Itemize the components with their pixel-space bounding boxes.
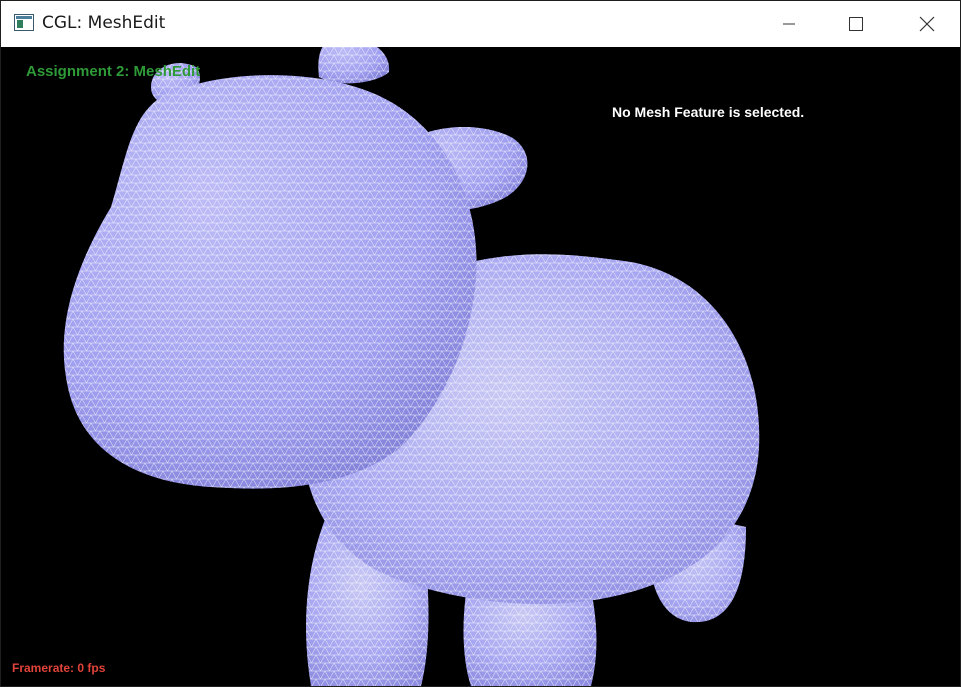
cow-head <box>63 75 477 489</box>
title-bar[interactable]: CGL: MeshEdit <box>1 1 960 47</box>
render-viewport[interactable]: Assignment 2: MeshEdit No Mesh Feature i… <box>1 47 960 686</box>
maximize-button[interactable] <box>833 1 879 47</box>
framerate-label: Framerate: 0 fps <box>12 661 106 675</box>
app-window-icon <box>14 14 34 31</box>
app-window: CGL: MeshEdit Assignment 2: MeshEdit No … <box>0 0 961 687</box>
assignment-label: Assignment 2: MeshEdit <box>26 63 201 80</box>
cow-mesh[interactable] <box>1 47 960 686</box>
close-icon <box>919 16 935 32</box>
close-button[interactable] <box>904 1 950 47</box>
window-title: CGL: MeshEdit <box>42 13 166 33</box>
maximize-icon <box>849 17 863 31</box>
selection-status: No Mesh Feature is selected. <box>612 104 805 120</box>
minimize-icon <box>783 23 795 25</box>
minimize-button[interactable] <box>766 1 812 47</box>
